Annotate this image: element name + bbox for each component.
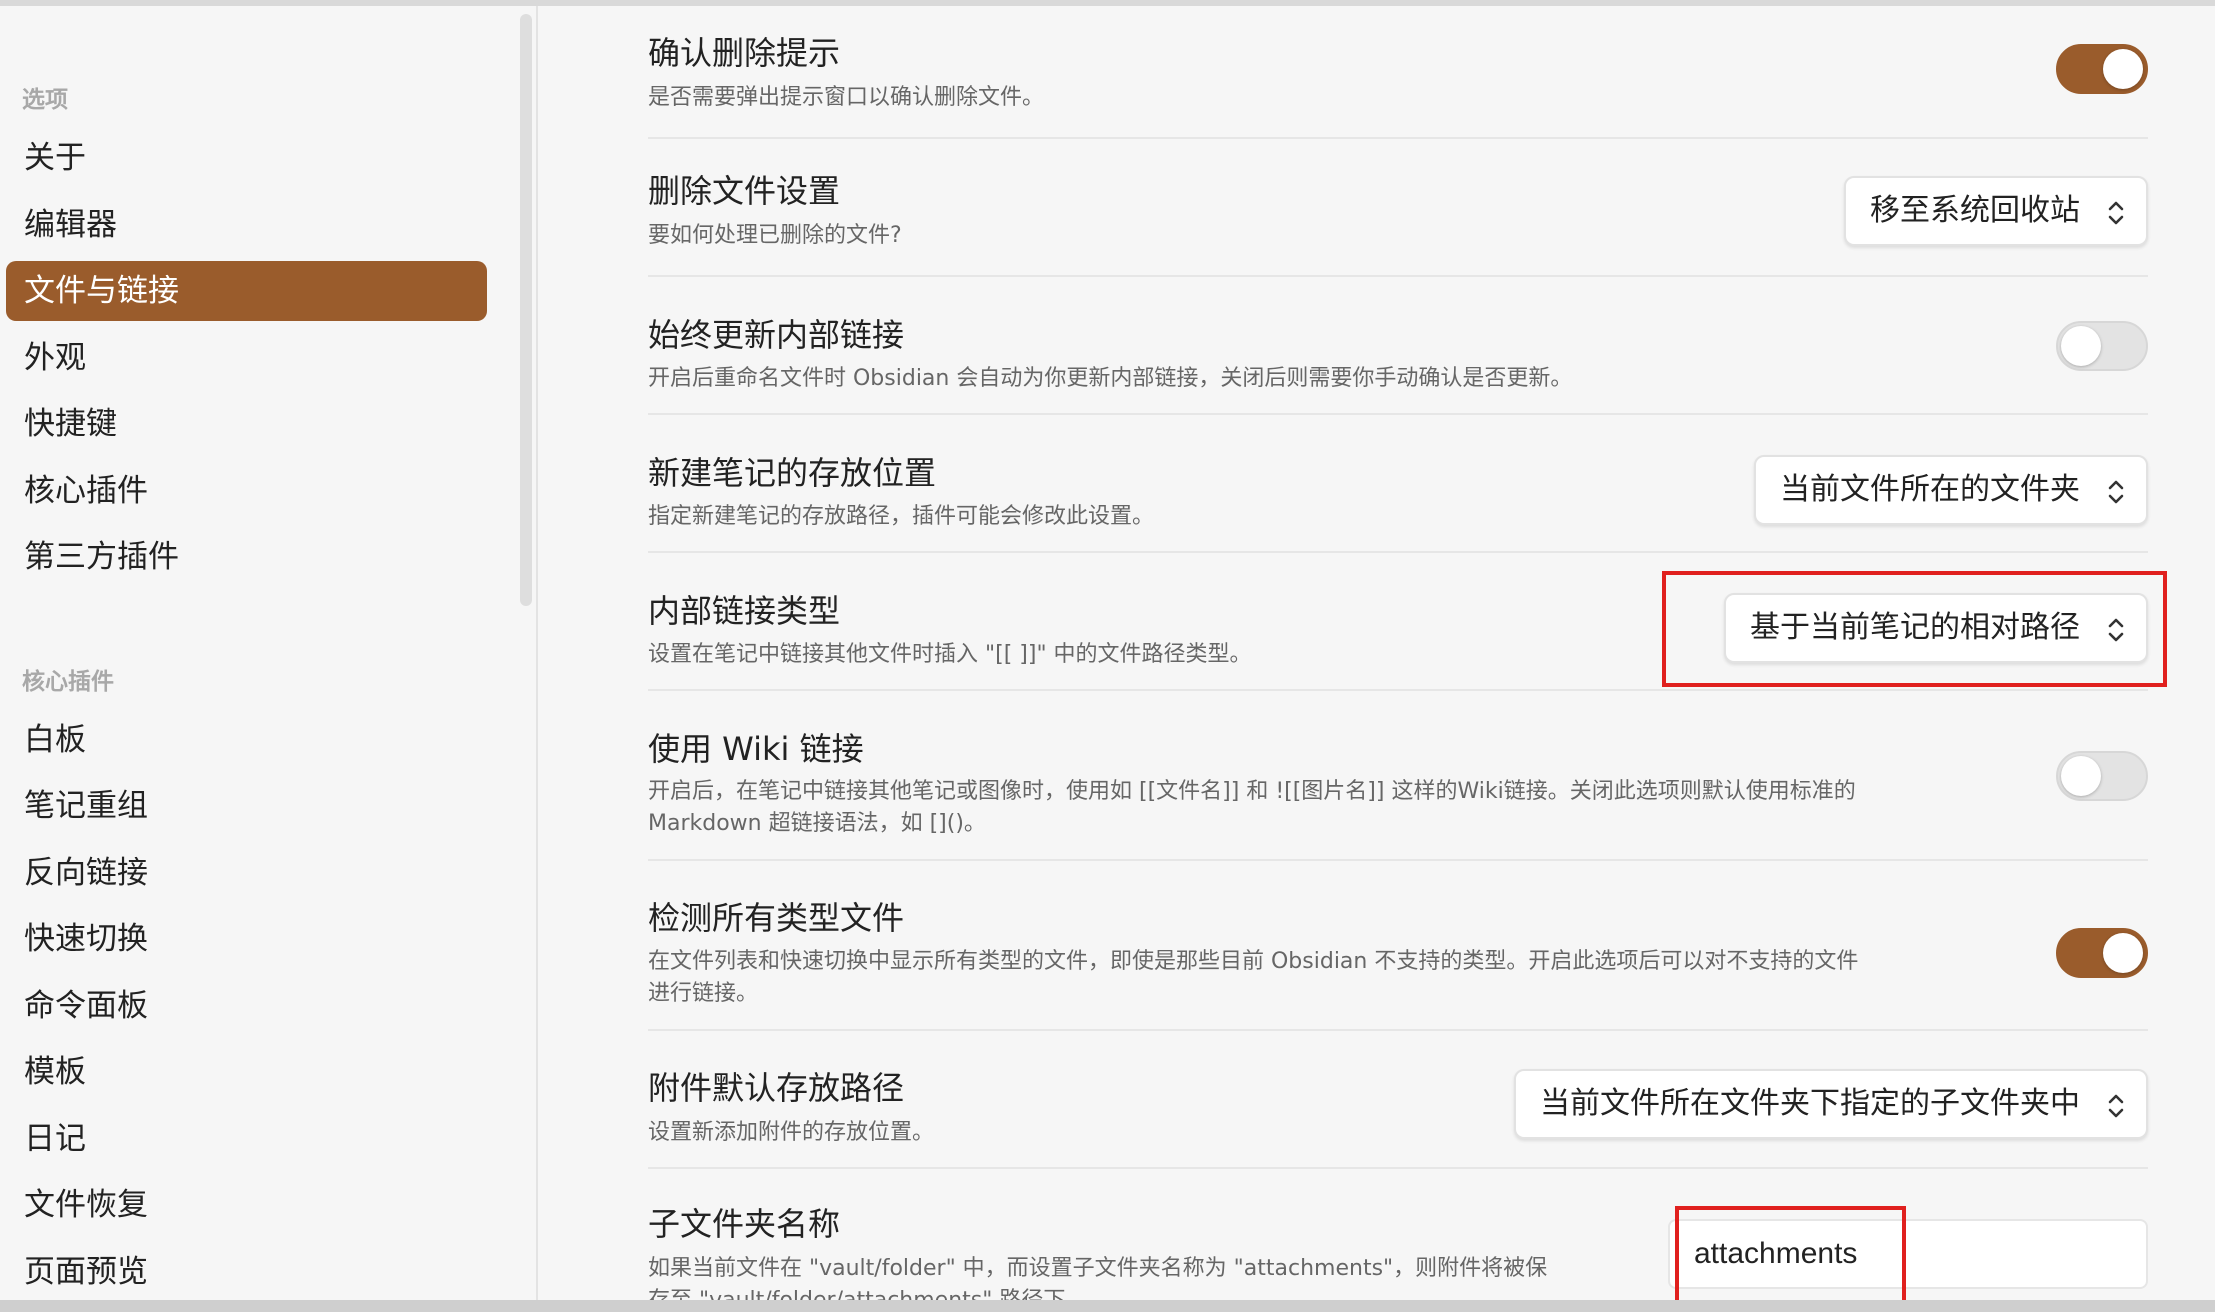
sidebar-item-appearance[interactable]: 外观	[6, 328, 487, 388]
setting-new-note-location: 新建笔记的存放位置 指定新建笔记的存放路径，插件可能会修改此设置。 当前文件所在…	[648, 415, 2148, 553]
setting-description: 设置新添加附件的存放位置。	[648, 1120, 935, 1145]
setting-description: 设置在笔记中链接其他文件时插入 "[[ ]]" 中的文件路径类型。	[648, 642, 1252, 667]
setting-title: 确认删除提示	[648, 34, 841, 72]
setting-link-format: 内部链接类型 设置在笔记中链接其他文件时插入 "[[ ]]" 中的文件路径类型。…	[648, 553, 2148, 691]
toggle-knob	[2103, 49, 2143, 89]
toggle-knob	[2103, 933, 2143, 973]
settings-sidebar: 选项 关于 编辑器 文件与链接 外观 快捷键 核心插件 第三方插件 核心插件 白…	[0, 6, 538, 1300]
toggle-knob	[2061, 756, 2101, 796]
setting-title: 新建笔记的存放位置	[648, 454, 937, 492]
setting-title: 附件默认存放路径	[648, 1069, 905, 1107]
setting-description-line1: 开启后，在笔记中链接其他笔记或图像时，使用如 [[文件名]] 和 ![[图片名]…	[648, 779, 1856, 804]
sidebar-item-quick-switcher[interactable]: 快速切换	[6, 909, 487, 969]
bottom-edge	[0, 1300, 2215, 1312]
sidebar-item-templates[interactable]: 模板	[6, 1042, 487, 1102]
wiki-links-toggle[interactable]	[2056, 751, 2148, 801]
sidebar-section-core-plugins: 核心插件	[22, 669, 114, 695]
setting-subfolder-name: 子文件夹名称 如果当前文件在 "vault/folder" 中，而设置子文件夹名…	[648, 1169, 2148, 1300]
sidebar-item-backlinks[interactable]: 反向链接	[6, 843, 487, 903]
sidebar-item-editor[interactable]: 编辑器	[6, 195, 487, 255]
sidebar-item-core-plugins[interactable]: 核心插件	[6, 461, 487, 521]
chevron-up-down-icon	[2108, 480, 2124, 504]
sidebar-section-options: 选项	[22, 87, 68, 113]
setting-title: 检测所有类型文件	[648, 899, 905, 937]
toggle-knob	[2061, 326, 2101, 366]
link-format-select[interactable]: 基于当前笔记的相对路径	[1724, 593, 2148, 663]
setting-attachment-location: 附件默认存放路径 设置新添加附件的存放位置。 当前文件所在文件夹下指定的子文件夹…	[648, 1031, 2148, 1169]
setting-delete-files: 删除文件设置 要如何处理已删除的文件? 移至系统回收站	[648, 139, 2148, 277]
sidebar-item-command-palette[interactable]: 命令面板	[6, 976, 487, 1036]
confirm-delete-toggle[interactable]	[2056, 44, 2148, 94]
setting-wiki-links: 使用 Wiki 链接 开启后，在笔记中链接其他笔记或图像时，使用如 [[文件名]…	[648, 691, 2148, 861]
select-value: 当前文件所在文件夹下指定的子文件夹中	[1540, 1086, 2080, 1121]
setting-description: 开启后重命名文件时 Obsidian 会自动为你更新内部链接，关闭后则需要你手动…	[648, 366, 1573, 391]
chevron-up-down-icon	[2108, 1094, 2124, 1118]
sidebar-item-note-composer[interactable]: 笔记重组	[6, 776, 487, 836]
delete-files-select[interactable]: 移至系统回收站	[1844, 176, 2148, 246]
setting-detect-all-files: 检测所有类型文件 在文件列表和快速切换中显示所有类型的文件，即使是那些目前 Ob…	[648, 861, 2148, 1031]
settings-content: 确认删除提示 是否需要弹出提示窗口以确认删除文件。 删除文件设置 要如何处理已删…	[540, 6, 2215, 1300]
setting-title: 删除文件设置	[648, 172, 841, 210]
setting-description: 指定新建笔记的存放路径，插件可能会修改此设置。	[648, 504, 1155, 529]
new-note-location-select[interactable]: 当前文件所在的文件夹	[1754, 455, 2148, 525]
settings-window: 选项 关于 编辑器 文件与链接 外观 快捷键 核心插件 第三方插件 核心插件 白…	[0, 0, 2215, 1312]
setting-title: 内部链接类型	[648, 592, 841, 630]
subfolder-name-input[interactable]: attachments	[1668, 1219, 2148, 1289]
sidebar-item-hotkeys[interactable]: 快捷键	[6, 394, 487, 454]
sidebar-item-files-and-links[interactable]: 文件与链接	[6, 261, 487, 321]
setting-update-links: 始终更新内部链接 开启后重命名文件时 Obsidian 会自动为你更新内部链接，…	[648, 277, 2148, 415]
setting-description: 是否需要弹出提示窗口以确认删除文件。	[648, 85, 1045, 110]
sidebar-item-about[interactable]: 关于	[6, 128, 487, 188]
attachment-location-select[interactable]: 当前文件所在文件夹下指定的子文件夹中	[1514, 1069, 2148, 1139]
setting-description-line1: 在文件列表和快速切换中显示所有类型的文件，即使是那些目前 Obsidian 不支…	[648, 949, 1859, 974]
sidebar-item-page-preview[interactable]: 页面预览	[6, 1242, 487, 1300]
setting-title: 始终更新内部链接	[648, 316, 905, 354]
sidebar-item-file-recovery[interactable]: 文件恢复	[6, 1175, 487, 1235]
detect-all-files-toggle[interactable]	[2056, 928, 2148, 978]
sidebar-item-daily-notes[interactable]: 日记	[6, 1109, 487, 1169]
chevron-up-down-icon	[2108, 618, 2124, 642]
chevron-up-down-icon	[2108, 201, 2124, 225]
setting-description-line1: 如果当前文件在 "vault/folder" 中，而设置子文件夹名称为 "att…	[648, 1256, 1548, 1281]
select-value: 基于当前笔记的相对路径	[1750, 610, 2080, 645]
select-value: 当前文件所在的文件夹	[1780, 472, 2080, 507]
select-value: 移至系统回收站	[1870, 193, 2080, 228]
setting-description-line2: 存至 "vault/folder/attachments" 路径下。	[648, 1285, 1087, 1300]
sidebar-item-canvas[interactable]: 白板	[6, 710, 487, 770]
setting-description: 要如何处理已删除的文件?	[648, 223, 902, 248]
setting-description-line2: 进行链接。	[648, 981, 759, 1006]
setting-title: 使用 Wiki 链接	[648, 730, 864, 768]
sidebar-scrollbar[interactable]	[520, 14, 532, 606]
setting-confirm-delete: 确认删除提示 是否需要弹出提示窗口以确认删除文件。	[648, 6, 2148, 139]
setting-description-line2: Markdown 超链接语法，如 []()。	[648, 811, 986, 836]
sidebar-item-community-plugins[interactable]: 第三方插件	[6, 527, 487, 587]
update-links-toggle[interactable]	[2056, 321, 2148, 371]
setting-title: 子文件夹名称	[648, 1205, 841, 1243]
